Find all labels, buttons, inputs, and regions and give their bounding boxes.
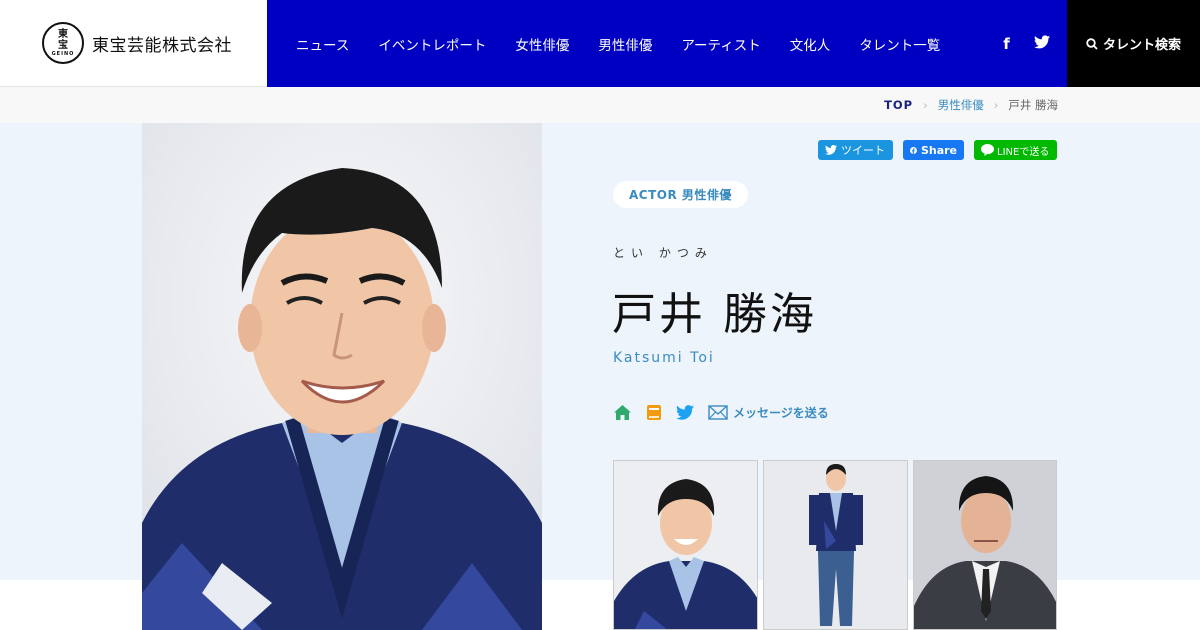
name-furigana: とい かつみ: [613, 246, 713, 260]
book-icon[interactable]: [646, 404, 662, 421]
logo-seal-bottom: 宝: [58, 40, 68, 51]
talent-search-label: タレント検索: [1102, 38, 1181, 53]
facebook-icon: [910, 146, 917, 154]
talent-name-english: Katsumi Toi: [613, 350, 715, 366]
twitter-icon: [825, 145, 837, 155]
line-share-label: LINEで送る: [997, 146, 1050, 158]
gallery-thumbnail[interactable]: [763, 460, 908, 630]
chevron-right-icon: ›: [993, 98, 999, 112]
chevron-right-icon: ›: [923, 98, 928, 112]
company-name: 東宝芸能株式会社: [92, 35, 232, 56]
logo-seal-sub: GEINO: [51, 51, 75, 57]
home-icon[interactable]: [613, 404, 632, 421]
nav-item-event-report[interactable]: イベントレポート: [378, 34, 486, 54]
facebook-share-button[interactable]: Share: [903, 140, 964, 160]
nav-item-actor[interactable]: 男性俳優: [598, 34, 652, 54]
site-header: 東 宝 GEINO 東宝芸能株式会社 ニュース イベントレポート 女性俳優 男性…: [0, 0, 1200, 87]
line-share-button[interactable]: LINEで送る: [974, 140, 1057, 160]
twitter-icon[interactable]: [676, 405, 694, 420]
talent-search-button[interactable]: タレント検索: [1067, 0, 1200, 87]
mail-icon: [708, 405, 728, 420]
breadcrumb-current: 戸井 勝海: [1008, 98, 1058, 112]
logo[interactable]: 東 宝 GEINO 東宝芸能株式会社: [0, 0, 267, 87]
nav-item-talent-list[interactable]: タレント一覧: [859, 34, 940, 54]
tweet-button[interactable]: ツイート: [818, 140, 893, 160]
send-message-link[interactable]: メッセージを送る: [708, 404, 829, 421]
talent-name: 戸井 勝海: [612, 289, 817, 340]
profile-links: メッセージを送る: [613, 404, 829, 421]
breadcrumb-top[interactable]: TOP: [884, 98, 913, 112]
facebook-share-label: Share: [920, 143, 957, 157]
nav-item-cultural[interactable]: 文化人: [790, 34, 831, 54]
nav-item-artist[interactable]: アーティスト: [681, 34, 760, 54]
logo-seal-top: 東: [58, 29, 68, 40]
tweet-label: ツイート: [841, 144, 885, 157]
twitter-icon[interactable]: [1033, 34, 1050, 53]
photo-gallery: [613, 460, 1057, 630]
search-icon: [1086, 37, 1098, 50]
nav-item-news[interactable]: ニュース: [296, 34, 349, 54]
category-badge: ACTOR 男性俳優: [613, 181, 748, 208]
facebook-icon[interactable]: f: [1003, 35, 1010, 53]
nav-item-actress[interactable]: 女性俳優: [515, 34, 569, 54]
main-nav: ニュース イベントレポート 女性俳優 男性俳優 アーティスト 文化人 タレント一…: [267, 0, 1067, 87]
send-message-label: メッセージを送る: [733, 406, 829, 420]
breadcrumb-category[interactable]: 男性俳優: [938, 97, 984, 113]
line-icon: [981, 144, 994, 156]
social-links: f: [1003, 35, 1074, 53]
breadcrumb: TOP › 男性俳優 › 戸井 勝海: [0, 87, 1200, 123]
logo-seal: 東 宝 GEINO: [42, 22, 84, 64]
profile-photo: [142, 123, 542, 630]
share-buttons: ツイート Share LINEで送る: [818, 140, 1057, 160]
gallery-thumbnail[interactable]: [613, 460, 758, 630]
gallery-thumbnail[interactable]: [913, 460, 1057, 630]
